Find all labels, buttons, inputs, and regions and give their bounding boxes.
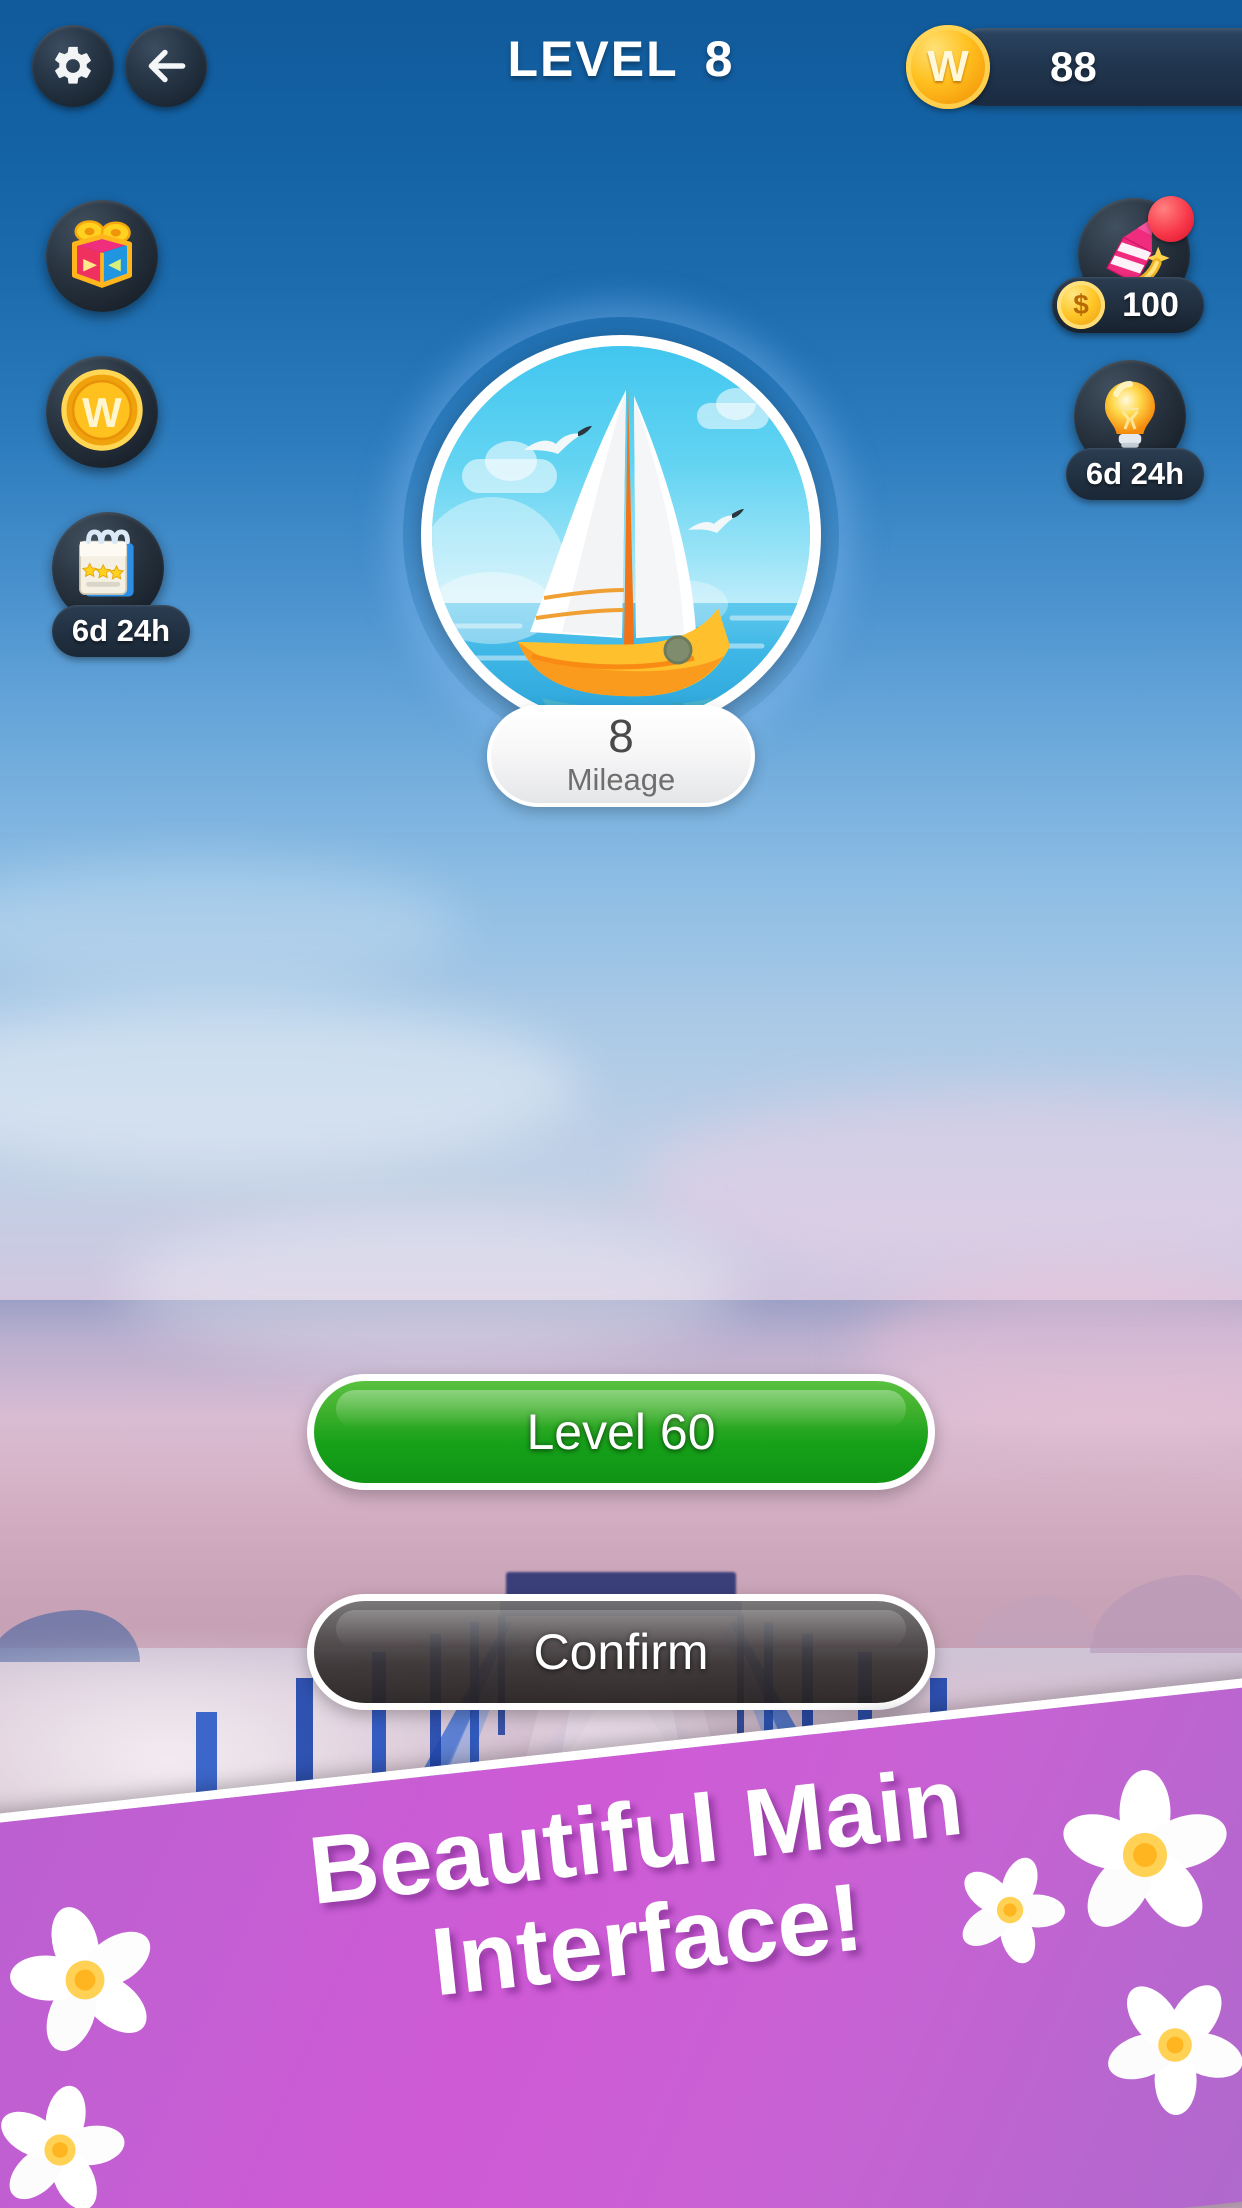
calendar-stars-icon [69, 527, 147, 610]
notification-dot [1148, 196, 1194, 242]
level-medallion[interactable] [421, 335, 821, 735]
calendar-timer-badge: 6d 24h [52, 605, 190, 657]
coin-amount: 88 [1050, 43, 1097, 90]
level-label: LEVEL [507, 31, 679, 87]
mileage-badge: 8 Mileage [487, 705, 755, 807]
confirm-button-label: Confirm [533, 1624, 709, 1680]
level-button-label: Level 60 [526, 1404, 716, 1460]
mileage-value: 8 [608, 710, 634, 763]
game-screen: LEVEL 8 W 88 W 6d 24h $ 100 6d 24h 8 Mil… [0, 0, 1242, 2208]
lightbulb-icon [1090, 374, 1170, 459]
top-header-bar: LEVEL 8 W 88 [0, 0, 1242, 130]
coin-balance-bar[interactable]: W 88 [906, 25, 1242, 109]
sidebar-item-word-coin[interactable]: W [46, 356, 158, 468]
gift-box-icon [62, 214, 142, 299]
w-coin-icon: W [60, 368, 144, 457]
level-button[interactable]: Level 60 [307, 1374, 935, 1490]
svg-text:W: W [82, 389, 122, 436]
seagull-icon [524, 426, 592, 454]
calendar-timer-text: 6d 24h [71, 613, 171, 648]
firework-price-text: 100 [1122, 285, 1179, 324]
confirm-button[interactable]: Confirm [307, 1594, 935, 1710]
level-number: 8 [704, 31, 735, 87]
w-coin-icon: W [906, 25, 990, 109]
firework-price-badge: $ 100 [1052, 277, 1204, 333]
gold-coin-icon: $ [1057, 281, 1105, 329]
seagull-icon [688, 509, 744, 533]
hint-timer-text: 6d 24h [1085, 456, 1185, 491]
sailboat-illustration [421, 335, 821, 735]
hint-timer-badge: 6d 24h [1066, 448, 1204, 500]
w-coin-letter: W [927, 42, 969, 91]
sidebar-item-gift-box[interactable] [46, 200, 158, 312]
mileage-label: Mileage [566, 762, 676, 798]
